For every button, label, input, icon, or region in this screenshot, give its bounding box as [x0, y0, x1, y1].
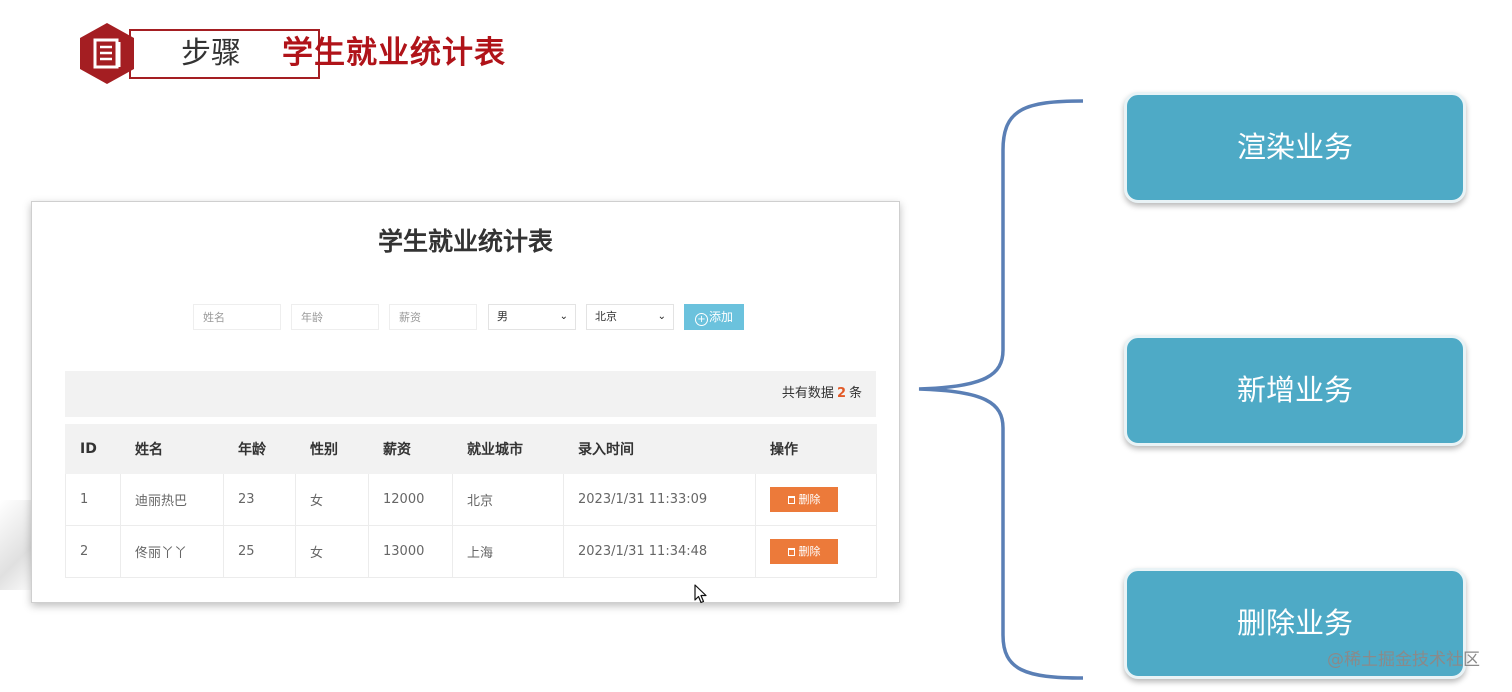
chevron-down-icon: ⌄ — [559, 311, 568, 322]
delete-button-label: 删除 — [798, 545, 821, 558]
plus-circle-icon: + — [694, 313, 708, 326]
chevron-down-icon: ⌄ — [657, 311, 666, 322]
step-badge: 步骤 — [79, 22, 320, 85]
watermark: @稀土掘金技术社区 — [1327, 650, 1480, 670]
count-value: 2 — [836, 386, 846, 401]
column-header: 操作 — [755, 424, 877, 474]
render-business-box: 渲染业务 — [1124, 92, 1466, 203]
cell-city: 北京 — [452, 473, 564, 526]
cell-salary: 13000 — [368, 525, 453, 578]
delete-button-label: 删除 — [798, 493, 821, 506]
trash-icon — [787, 548, 795, 556]
table-row: 1 迪丽热巴 23 女 12000 北京 2023/1/31 11:33:09 … — [65, 473, 877, 526]
column-header: 年龄 — [223, 424, 296, 474]
app-screenshot: 学生就业统计表 男 ⌄ 北京 ⌄ +添加 共有数据2条 ID 姓名 — [31, 201, 900, 603]
cell-id: 1 — [65, 473, 121, 526]
cell-salary: 12000 — [368, 473, 453, 526]
table-row: 2 佟丽丫丫 25 女 13000 上海 2023/1/31 11:34:48 … — [65, 525, 877, 578]
age-input[interactable] — [291, 304, 379, 330]
add-button-label: 添加 — [708, 310, 733, 324]
student-table: ID 姓名 年龄 性别 薪资 就业城市 录入时间 操作 1 迪丽热巴 23 女 … — [65, 424, 877, 578]
add-business-box: 新增业务 — [1124, 335, 1466, 446]
data-count: 共有数据 2 条 — [782, 385, 862, 403]
trash-icon — [787, 496, 795, 504]
cell-time: 2023/1/31 11:34:48 — [563, 525, 756, 578]
column-header: 性别 — [295, 424, 369, 474]
cell-action: 删除 — [755, 525, 877, 578]
cell-id: 2 — [65, 525, 121, 578]
mouse-cursor-icon — [694, 584, 707, 604]
table-header-row: ID 姓名 年龄 性别 薪资 就业城市 录入时间 操作 — [65, 424, 877, 474]
cell-gender: 女 — [295, 525, 369, 578]
column-header: ID — [65, 424, 121, 474]
cell-age: 23 — [223, 473, 296, 526]
document-icon — [80, 23, 134, 84]
cell-name: 佟丽丫丫 — [120, 525, 224, 578]
delete-button[interactable]: 删除 — [770, 539, 838, 564]
count-suffix: 条 — [848, 386, 862, 401]
cell-time: 2023/1/31 11:33:09 — [563, 473, 756, 526]
column-header: 姓名 — [120, 424, 224, 474]
step-label: 步骤 — [181, 36, 241, 71]
cell-city: 上海 — [452, 525, 564, 578]
salary-input[interactable] — [389, 304, 477, 330]
cell-gender: 女 — [295, 473, 369, 526]
delete-button[interactable]: 删除 — [770, 487, 838, 512]
page-title: 学生就业统计表 — [282, 35, 506, 71]
city-select[interactable]: 北京 ⌄ — [586, 304, 674, 330]
curly-brace-connector — [918, 99, 1084, 680]
column-header: 薪资 — [368, 424, 453, 474]
cell-action: 删除 — [755, 473, 877, 526]
gender-select[interactable]: 男 ⌄ — [488, 304, 576, 330]
app-title: 学生就业统计表 — [377, 227, 553, 256]
column-header: 就业城市 — [452, 424, 564, 474]
cell-name: 迪丽热巴 — [120, 473, 224, 526]
add-button[interactable]: + 添加 — [684, 304, 744, 330]
count-prefix: 共有数据 — [781, 386, 834, 401]
city-select-value: 北京 — [595, 310, 617, 323]
column-header: 录入时间 — [563, 424, 756, 474]
name-input[interactable] — [193, 304, 281, 330]
cell-age: 25 — [223, 525, 296, 578]
data-count-bar: 共有数据 2 条 — [65, 371, 876, 417]
gender-select-value: 男 — [497, 310, 508, 323]
